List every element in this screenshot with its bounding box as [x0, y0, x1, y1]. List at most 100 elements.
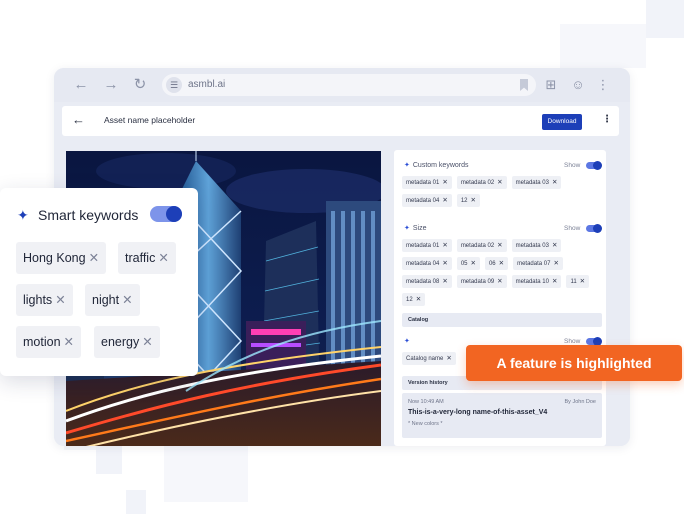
smart-keywords-title: Smart keywords [38, 207, 139, 223]
size-tags: metadata 01 ✕ metadata 02 ✕ metadata 03 ✕ m… [402, 239, 602, 306]
keyword-chip[interactable]: Hong Kong ✕ [16, 242, 107, 274]
tag-label: metadata 01 [406, 180, 440, 186]
tag-chip[interactable]: metadata 04 ✕ [402, 194, 452, 207]
custom-keywords-title: Custom keywords [412, 162, 469, 169]
tag-chip[interactable]: metadata 03 ✕ [511, 176, 562, 189]
tag-chip[interactable]: metadata 10 ✕ [511, 275, 562, 288]
close-icon[interactable]: ✕ [158, 251, 168, 265]
tag-chip[interactable]: 06 ✕ [484, 257, 509, 270]
tag-label: metadata 02 [460, 180, 495, 186]
tag-chip[interactable]: metadata 07 ✕ [513, 257, 563, 270]
decorative-square [560, 24, 646, 68]
catalog-bar[interactable]: Catalog [402, 313, 602, 327]
keyword-chip[interactable]: energy ✕ [94, 326, 160, 358]
version-card[interactable]: Now 10:49 AM By John Doe This-is-a-very-… [402, 393, 602, 438]
apps-grid-icon[interactable]: ⊞ [542, 76, 560, 94]
close-icon[interactable]: ✕ [442, 242, 447, 249]
smart-keywords-toggle[interactable] [150, 206, 182, 222]
close-icon[interactable]: ✕ [499, 260, 504, 267]
tag-chip[interactable]: metadata 04 ✕ [402, 257, 452, 270]
close-icon[interactable]: ✕ [442, 278, 447, 285]
tag-label: metadata 02 [460, 243, 495, 249]
tag-chip[interactable]: metadata 03 ✕ [511, 239, 562, 252]
keyword-label: lights [23, 293, 53, 307]
show-label: Show [564, 338, 581, 345]
tag-label: 11 [570, 279, 577, 285]
back-arrow-icon[interactable]: ← [72, 76, 90, 94]
tag-label: metadata 10 [515, 279, 549, 285]
keyword-chip[interactable]: traffic ✕ [118, 242, 176, 274]
keyword-chip[interactable]: night ✕ [85, 284, 140, 316]
close-icon[interactable]: ✕ [552, 278, 557, 285]
close-icon[interactable]: ✕ [497, 278, 502, 285]
size-toggle[interactable] [586, 224, 602, 233]
keyword-label: energy [101, 335, 140, 349]
close-icon[interactable]: ✕ [64, 335, 74, 349]
keyword-label: Hong Kong [23, 251, 86, 265]
close-icon[interactable]: ✕ [552, 179, 557, 186]
account-icon[interactable]: ☺ [569, 76, 587, 94]
close-icon[interactable]: ✕ [416, 296, 421, 303]
more-vert-icon[interactable]: ⋮ [594, 76, 612, 94]
close-icon[interactable]: ✕ [497, 179, 502, 186]
version-name: This-is-a-very-long name-of-this-asset_V… [408, 409, 548, 416]
sparkle-icon: ✦ [404, 338, 410, 345]
download-button[interactable]: Download [542, 114, 582, 130]
address-bar[interactable]: ☰ asmbl.ai [162, 74, 536, 96]
close-icon[interactable]: ✕ [142, 335, 152, 349]
decorative-square [126, 490, 146, 514]
close-icon[interactable]: ✕ [442, 179, 447, 186]
version-time: Now 10:49 AM [408, 399, 444, 405]
close-icon[interactable]: ✕ [55, 293, 65, 307]
close-icon[interactable]: ✕ [471, 260, 476, 267]
tag-label: metadata 01 [406, 243, 440, 249]
tag-chip[interactable]: metadata 08 ✕ [402, 275, 452, 288]
catalog-header: ✦ [404, 337, 413, 345]
tag-label: 06 [488, 261, 496, 267]
tag-chip[interactable]: 12 ✕ [456, 194, 480, 207]
keyword-chip[interactable]: lights ✕ [16, 284, 73, 316]
tag-label: metadata 03 [515, 243, 549, 249]
close-icon[interactable]: ✕ [553, 260, 558, 267]
tag-label: metadata 04 [406, 261, 440, 267]
tag-label: metadata 07 [517, 261, 551, 267]
tag-label: Catalog name [406, 356, 444, 362]
forward-arrow-icon[interactable]: → [102, 76, 120, 94]
close-icon[interactable]: ✕ [442, 197, 447, 204]
catalog-toggle[interactable] [586, 337, 602, 346]
tag-chip[interactable]: Catalog name ✕ [402, 352, 456, 365]
tag-label: metadata 04 [406, 198, 440, 204]
tag-label: 05 [460, 261, 468, 267]
close-icon[interactable]: ✕ [122, 293, 132, 307]
keyword-chip[interactable]: motion ✕ [16, 326, 82, 358]
custom-keywords-toggle[interactable] [586, 161, 602, 170]
more-menu-icon[interactable]: ⋮ [602, 114, 612, 125]
bookmark-icon[interactable] [520, 79, 528, 91]
decorative-square [96, 446, 122, 474]
close-icon[interactable]: ✕ [580, 278, 585, 285]
tag-chip[interactable]: metadata 09 ✕ [456, 275, 507, 288]
back-button[interactable]: ← [72, 112, 85, 127]
decorative-square [646, 0, 684, 38]
show-label: Show [564, 162, 581, 169]
url-text[interactable]: asmbl.ai [188, 79, 225, 90]
version-note: * New colors * [408, 421, 443, 427]
tag-chip[interactable]: 12 ✕ [402, 293, 426, 306]
asset-title: Asset name placeholder [104, 115, 196, 125]
close-icon[interactable]: ✕ [442, 260, 447, 267]
tag-chip[interactable]: metadata 01 ✕ [402, 239, 452, 252]
reload-icon[interactable]: ↻ [131, 76, 149, 94]
tag-chip[interactable]: metadata 01 ✕ [402, 176, 452, 189]
close-icon[interactable]: ✕ [497, 242, 502, 249]
tag-chip[interactable]: metadata 02 ✕ [456, 239, 507, 252]
site-settings-icon[interactable]: ☰ [166, 77, 182, 93]
tag-chip[interactable]: metadata 02 ✕ [456, 176, 507, 189]
tag-chip[interactable]: 11 ✕ [566, 275, 590, 288]
tag-chip[interactable]: 05 ✕ [456, 257, 480, 270]
close-icon[interactable]: ✕ [552, 242, 557, 249]
metadata-panel: ✦ Custom keywords Show metadata 01 ✕ metad… [394, 150, 606, 446]
close-icon[interactable]: ✕ [446, 355, 451, 362]
close-icon[interactable]: ✕ [471, 197, 476, 204]
tag-label: 12 [460, 198, 468, 204]
close-icon[interactable]: ✕ [89, 251, 99, 265]
